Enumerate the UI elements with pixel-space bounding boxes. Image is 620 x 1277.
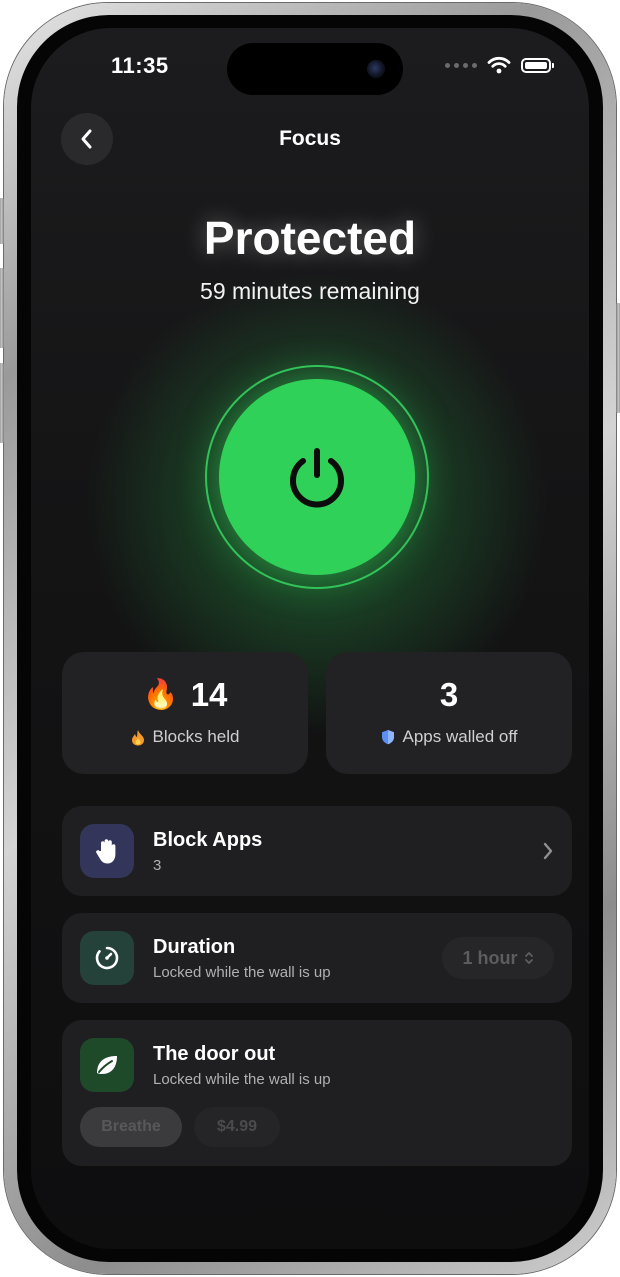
block-apps-title: Block Apps — [153, 829, 263, 851]
door-out-icon-tile — [80, 1038, 134, 1092]
power-toggle-button[interactable] — [219, 379, 415, 575]
apps-walled-value: 3 — [439, 676, 459, 713]
status-icons — [445, 56, 554, 74]
timer-icon — [95, 946, 119, 970]
duration-title: Duration — [153, 936, 236, 958]
protection-status-title: Protected — [203, 212, 417, 264]
blocks-held-label: Blocks held — [152, 727, 240, 746]
leaf-icon — [97, 1056, 117, 1074]
flame-icon — [131, 729, 144, 745]
unlock-price-button[interactable]: $4.99 — [194, 1107, 280, 1147]
hand-icon — [96, 839, 116, 864]
apps-walled-label: Apps walled off — [402, 727, 518, 746]
duration-icon-tile — [80, 931, 134, 985]
breathe-button[interactable]: Breathe — [80, 1107, 182, 1147]
apps-walled-card: 3 Apps walled off — [326, 652, 572, 774]
blocks-held-value: 14 — [190, 676, 228, 713]
chevron-right-icon — [543, 842, 553, 860]
duration-locked-note: Locked while the wall is up — [153, 964, 331, 981]
screen: 11:35 Focus Protected 59 minutes remaini… — [31, 28, 589, 1249]
door-out-title: The door out — [153, 1043, 276, 1065]
duration-row: Duration Locked while the wall is up 1 h… — [62, 913, 572, 1003]
block-apps-count: 3 — [153, 857, 162, 874]
door-out-card: The door out Locked while the wall is up… — [62, 1020, 572, 1166]
volume-up-button — [0, 268, 4, 348]
shield-icon — [381, 730, 394, 745]
action-button — [0, 198, 4, 244]
wifi-icon — [487, 56, 511, 74]
camera-icon — [367, 60, 385, 78]
signal-icon — [445, 62, 477, 68]
block-apps-icon-tile — [80, 824, 134, 878]
door-out-locked-note: Locked while the wall is up — [153, 1071, 331, 1088]
battery-icon — [521, 57, 554, 73]
status-time: 11:35 — [111, 53, 169, 78]
volume-down-button — [0, 363, 4, 443]
dynamic-island — [227, 43, 403, 95]
phone-frame: 11:35 Focus Protected 59 minutes remaini… — [0, 3, 620, 1274]
duration-value: 1 hour — [462, 947, 518, 968]
page-title: Focus — [279, 127, 341, 150]
duration-select[interactable]: 1 hour — [442, 937, 554, 979]
power-icon — [290, 448, 344, 508]
block-apps-row[interactable]: Block Apps 3 — [62, 806, 572, 896]
chevron-up-down-icon — [524, 952, 533, 964]
time-remaining-text: 59 minutes remaining — [200, 278, 420, 304]
blocks-held-card: 🔥 14 Blocks held — [62, 652, 308, 774]
fire-emoji-icon: 🔥 — [142, 679, 179, 711]
power-side-button — [616, 303, 620, 413]
